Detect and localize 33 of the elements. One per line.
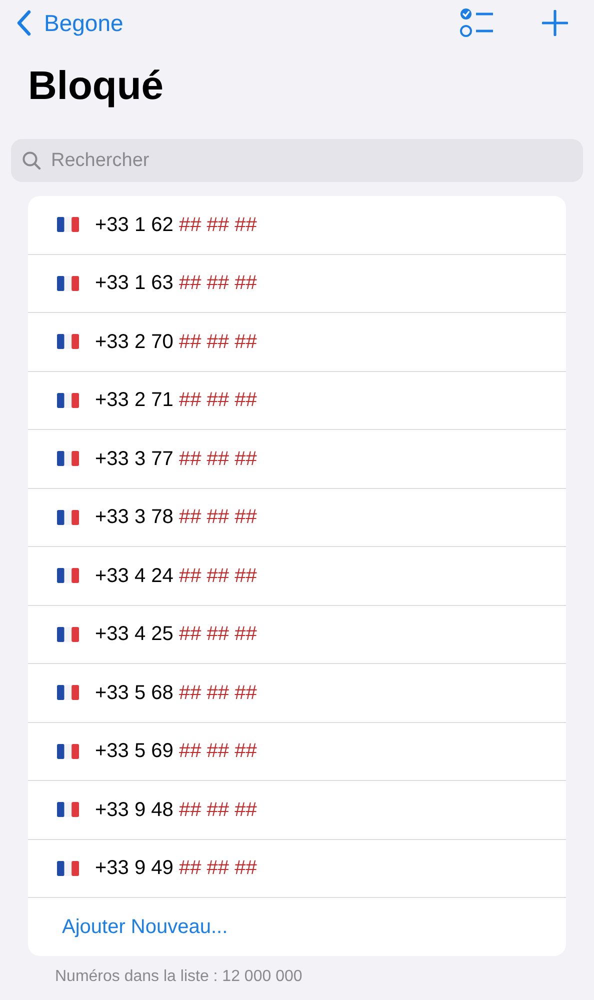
- flag-icon: [57, 392, 79, 408]
- checklist-icon[interactable]: [460, 7, 496, 39]
- phone-number[interactable]: +33 1 62 ## ## ##: [95, 210, 257, 240]
- phone-number[interactable]: +33 3 78 ## ## ##: [95, 502, 257, 532]
- flag-icon: [57, 451, 79, 466]
- phone-number[interactable]: +33 9 48 ## ## ##: [95, 794, 257, 825]
- flag-icon: [57, 744, 79, 759]
- flag-icon: [57, 334, 79, 350]
- phone-number[interactable]: +33 4 24 ## ## ##: [95, 560, 257, 591]
- plus-icon[interactable]: [542, 10, 568, 36]
- page-title: Bloqué: [27, 63, 165, 110]
- list-count: Numéros dans la liste : 12 000 000: [54, 967, 304, 987]
- phone-number[interactable]: +33 4 25 ## ## ##: [95, 619, 257, 650]
- flag-icon: [57, 276, 79, 291]
- search-field[interactable]: Rechercher: [11, 139, 583, 182]
- flag-icon: [57, 685, 79, 700]
- flag-icon: [57, 626, 79, 642]
- flag-icon: [57, 802, 79, 818]
- flag-icon: [57, 510, 79, 525]
- add-new-link[interactable]: Ajouter Nouveau...: [62, 912, 228, 942]
- flag-icon: [57, 568, 79, 584]
- search-icon: [22, 151, 41, 170]
- phone-number[interactable]: +33 3 77 ## ## ##: [95, 444, 257, 474]
- flag-icon: [57, 217, 79, 232]
- back-button[interactable]: Begone: [16, 6, 124, 40]
- phone-number[interactable]: +33 2 70 ## ## ##: [95, 326, 257, 357]
- flag-icon: [57, 860, 79, 876]
- chevron-left-icon: [16, 9, 32, 37]
- phone-number[interactable]: +33 5 68 ## ## ##: [95, 678, 257, 708]
- phone-number[interactable]: +33 5 69 ## ## ##: [95, 736, 257, 766]
- phone-number[interactable]: +33 9 49 ## ## ##: [95, 853, 257, 884]
- phone-number[interactable]: +33 1 63 ## ## ##: [95, 268, 257, 298]
- phone-number[interactable]: +33 2 71 ## ## ##: [95, 385, 257, 416]
